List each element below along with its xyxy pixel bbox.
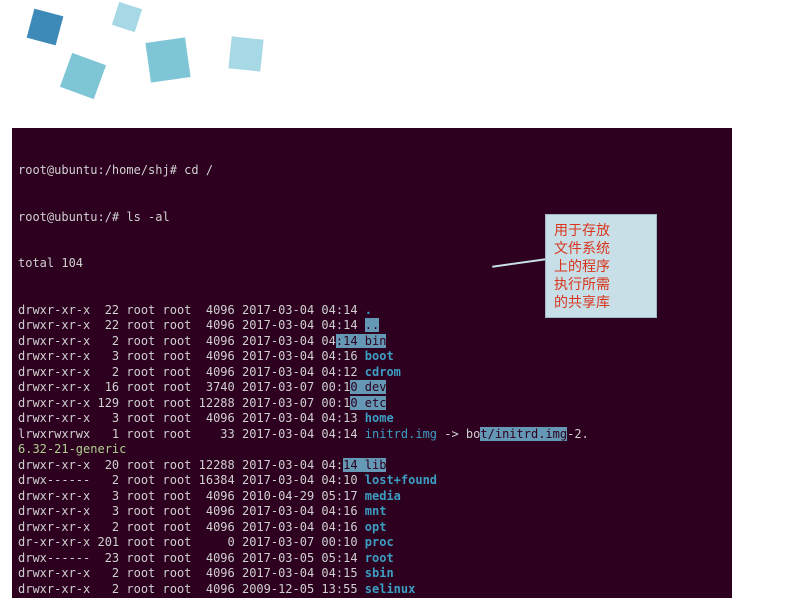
list-row: drwxr-xr-x 2 root root 4096 2009-12-05 1… — [18, 582, 726, 598]
callout-text: 的共享库 — [554, 293, 648, 311]
callout-text: 文件系统 — [554, 239, 648, 257]
list-row: drwxr-xr-x 20 root root 12288 2017-03-04… — [18, 458, 726, 474]
list-row: drwxr-xr-x 2 root root 4096 2017-03-04 0… — [18, 566, 726, 582]
list-row: drwx------ 2 root root 16384 2017-03-04 … — [18, 473, 726, 489]
list-row: drwxr-xr-x 2 root root 4096 2017-03-04 0… — [18, 365, 726, 381]
callout-text: 上的程序 — [554, 257, 648, 275]
list-row: drwxr-xr-x 22 root root 4096 2017-03-04 … — [18, 318, 726, 334]
file-listing: drwxr-xr-x 22 root root 4096 2017-03-04 … — [18, 303, 726, 599]
list-row: lrwxrwxrwx 1 root root 33 2017-03-04 04:… — [18, 427, 726, 443]
list-row: drwxr-xr-x 3 root root 4096 2017-03-04 0… — [18, 349, 726, 365]
list-row: drwxr-xr-x 2 root root 4096 2010-04-29 0… — [18, 597, 726, 598]
callout-text: 执行所需 — [554, 275, 648, 293]
decoration-square — [27, 9, 64, 46]
list-row: drwxr-xr-x 129 root root 12288 2017-03-0… — [18, 396, 726, 412]
decoration-square — [112, 2, 142, 32]
decoration-square — [228, 36, 263, 71]
annotation-callout: 用于存放 文件系统 上的程序 执行所需 的共享库 — [545, 214, 657, 318]
list-row: 6.32-21-generic — [18, 442, 726, 458]
list-row: drwxr-xr-x 2 root root 4096 2017-03-04 0… — [18, 334, 726, 350]
list-row: drwxr-xr-x 3 root root 4096 2017-03-04 0… — [18, 411, 726, 427]
list-row: drwx------ 23 root root 4096 2017-03-05 … — [18, 551, 726, 567]
list-row: drwxr-xr-x 2 root root 4096 2017-03-04 0… — [18, 520, 726, 536]
decoration-square — [145, 37, 190, 82]
terminal-window[interactable]: root@ubuntu:/home/shj# cd / root@ubuntu:… — [12, 128, 732, 598]
prompt-line: root@ubuntu:/home/shj# cd / — [18, 163, 726, 179]
list-row: drwxr-xr-x 3 root root 4096 2017-03-04 0… — [18, 504, 726, 520]
list-row: drwxr-xr-x 16 root root 3740 2017-03-07 … — [18, 380, 726, 396]
list-row: dr-xr-xr-x 201 root root 0 2017-03-07 00… — [18, 535, 726, 551]
callout-text: 用于存放 — [554, 221, 648, 239]
list-row: drwxr-xr-x 3 root root 4096 2010-04-29 0… — [18, 489, 726, 505]
decoration-square — [60, 53, 106, 99]
